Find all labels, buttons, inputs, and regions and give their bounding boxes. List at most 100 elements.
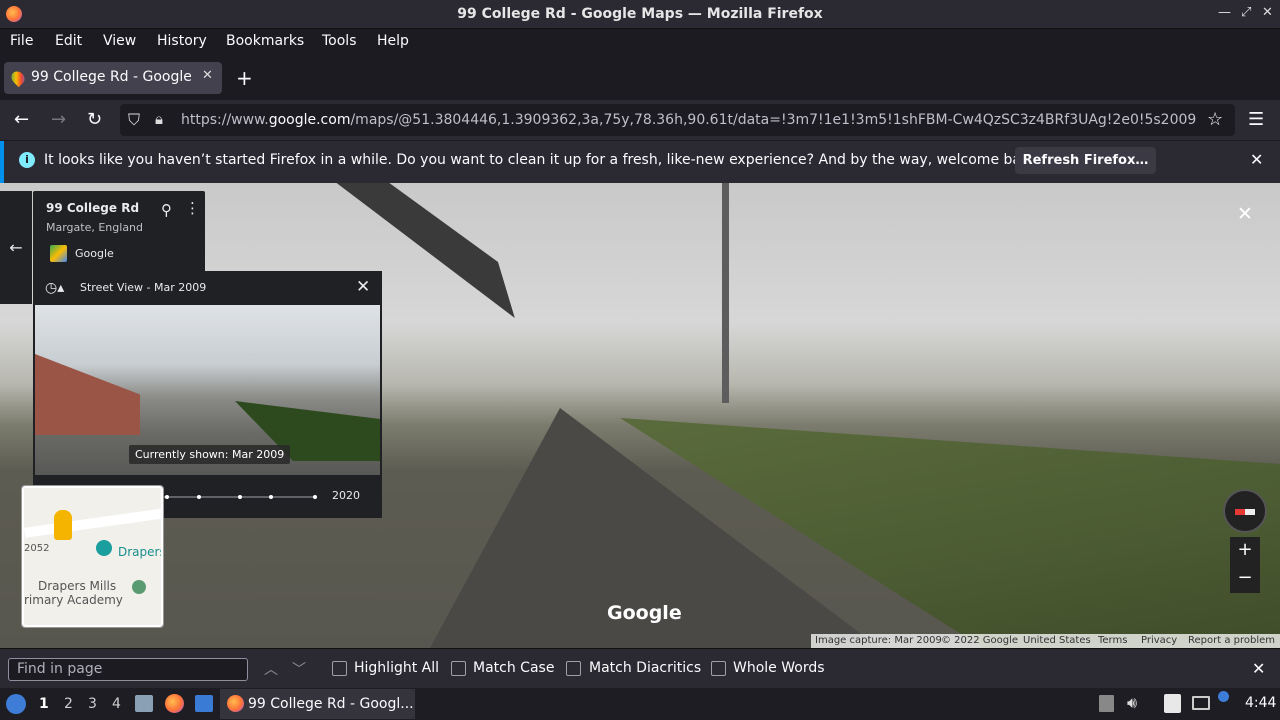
task-label: 99 College Rd - Googl... bbox=[248, 696, 414, 712]
tracking-shield-icon[interactable]: ⛉ bbox=[128, 110, 140, 130]
terminal-icon[interactable] bbox=[195, 695, 213, 712]
menubar: File Edit View History Bookmarks Tools H… bbox=[0, 29, 1280, 54]
network-icon[interactable] bbox=[1192, 696, 1210, 710]
find-bar: Find in page ︿ ﹀ Highlight All Match Cas… bbox=[0, 648, 1280, 688]
currently-shown-label: Currently shown: Mar 2009 bbox=[129, 445, 291, 464]
back-icon[interactable]: ← bbox=[14, 109, 29, 130]
taskbar-task-firefox[interactable]: 99 College Rd - Googl... bbox=[220, 689, 415, 719]
workspace-1[interactable]: 1 bbox=[39, 696, 49, 712]
map-road bbox=[24, 508, 161, 538]
street-view-time-panel: ◷▴ Street View - Mar 2009 ✕ Currently sh… bbox=[33, 271, 382, 518]
tab-close-icon[interactable]: ✕ bbox=[202, 68, 213, 83]
file-manager-icon[interactable] bbox=[135, 695, 153, 712]
firefox-launcher-icon[interactable] bbox=[165, 694, 184, 713]
refresh-firefox-button[interactable]: Refresh Firefox… bbox=[1015, 147, 1156, 174]
zoom-out-button[interactable]: − bbox=[1230, 565, 1260, 593]
notification-close-icon[interactable]: ✕ bbox=[1250, 150, 1263, 169]
match-case-checkbox[interactable] bbox=[451, 661, 466, 676]
close-street-view-icon[interactable]: ✕ bbox=[1237, 203, 1253, 225]
close-window-icon[interactable]: ✕ bbox=[1262, 5, 1273, 20]
timeline-tick[interactable] bbox=[238, 495, 242, 499]
address-bar[interactable]: ⛉ 🔒︎ https://www.google.com/maps/@51.380… bbox=[120, 104, 1235, 136]
menu-history[interactable]: History bbox=[157, 33, 207, 49]
whole-words-checkbox[interactable] bbox=[711, 661, 726, 676]
menu-edit[interactable]: Edit bbox=[55, 33, 82, 49]
taskbar: 1 2 3 4 99 College Rd - Googl... 🔊︎ 4:44 bbox=[0, 688, 1280, 720]
notification-bar: i It looks like you haven’t started Fire… bbox=[0, 141, 1280, 183]
back-arrow-button[interactable]: ← bbox=[0, 191, 32, 304]
match-case-label[interactable]: Match Case bbox=[473, 660, 554, 676]
lock-icon[interactable]: 🔒︎ bbox=[155, 110, 163, 128]
bookmark-star-icon[interactable]: ☆ bbox=[1207, 109, 1223, 130]
forward-icon[interactable]: → bbox=[51, 109, 66, 130]
streetview-header: Street View - Mar 2009 bbox=[80, 281, 207, 294]
tab-google-maps[interactable]: 99 College Rd - Google M ✕ bbox=[4, 62, 222, 94]
lamp-post bbox=[722, 183, 729, 403]
workspace-3[interactable]: 3 bbox=[88, 696, 97, 712]
region-link[interactable]: United States bbox=[1023, 635, 1091, 646]
match-diacritics-label[interactable]: Match Diacritics bbox=[589, 660, 701, 676]
zoom-in-button[interactable]: + bbox=[1230, 537, 1260, 565]
find-next-icon[interactable]: ﹀ bbox=[292, 659, 306, 679]
match-diacritics-checkbox[interactable] bbox=[566, 661, 581, 676]
volume-icon[interactable]: 🔊︎ bbox=[1127, 693, 1137, 713]
reload-icon[interactable]: ↻ bbox=[87, 109, 102, 130]
street-view-canvas[interactable]: ← 99 College Rd Margate, England ⚲ ⋮ Goo… bbox=[0, 183, 1280, 648]
timeline-tick[interactable] bbox=[269, 495, 273, 499]
highlight-all-label[interactable]: Highlight All bbox=[354, 660, 439, 676]
map-label-academy: rimary Academy bbox=[24, 593, 123, 607]
menu-file[interactable]: File bbox=[10, 33, 33, 49]
copyright-text: © 2022 Google bbox=[941, 635, 1019, 646]
compass-needle bbox=[1235, 509, 1255, 515]
menu-view[interactable]: View bbox=[103, 33, 136, 49]
report-problem-link[interactable]: Report a problem bbox=[1188, 635, 1275, 646]
highlight-all-checkbox[interactable] bbox=[332, 661, 347, 676]
new-tab-icon[interactable]: + bbox=[236, 66, 253, 90]
task-firefox-icon bbox=[227, 695, 244, 712]
timeline-tick[interactable] bbox=[197, 495, 201, 499]
map-pin-icon bbox=[132, 580, 146, 594]
find-input[interactable]: Find in page bbox=[8, 658, 248, 681]
navbar: ← → ↻ ⛉ 🔒︎ https://www.google.com/maps/@… bbox=[0, 100, 1280, 140]
workspace-2[interactable]: 2 bbox=[64, 696, 73, 712]
location-pin-icon[interactable]: ⚲ bbox=[161, 201, 172, 219]
map-number-label: 2052 bbox=[24, 543, 50, 554]
compass-icon[interactable] bbox=[1223, 489, 1267, 533]
find-close-icon[interactable]: ✕ bbox=[1252, 659, 1265, 678]
history-clock-icon[interactable]: ◷▴ bbox=[45, 280, 64, 296]
url-text[interactable]: https://www.google.com/maps/@51.3804446,… bbox=[181, 112, 1196, 128]
hamburger-menu-icon[interactable]: ☰ bbox=[1248, 109, 1264, 130]
minimize-icon[interactable]: — bbox=[1218, 5, 1231, 20]
whole-words-label[interactable]: Whole Words bbox=[733, 660, 825, 676]
url-domain: google.com bbox=[268, 112, 351, 128]
restore-icon[interactable]: ⤢ bbox=[1241, 5, 1251, 20]
menu-help[interactable]: Help bbox=[377, 33, 409, 49]
place-info-card: 99 College Rd Margate, England ⚲ ⋮ Googl… bbox=[33, 191, 205, 273]
map-label-mills: Drapers Mills bbox=[38, 579, 117, 593]
street-view-thumbnail[interactable]: Currently shown: Mar 2009 bbox=[35, 305, 380, 475]
timeline-end-label: 2020 bbox=[332, 489, 360, 502]
panel-close-icon[interactable]: ✕ bbox=[356, 277, 370, 297]
timeline-tick[interactable] bbox=[313, 495, 317, 499]
start-menu-icon[interactable] bbox=[6, 694, 26, 714]
notification-tray-icon[interactable] bbox=[1218, 691, 1229, 702]
find-previous-icon[interactable]: ︿ bbox=[264, 659, 278, 679]
mini-map[interactable]: 2052 Drapers Drapers Mills rimary Academ… bbox=[21, 485, 164, 628]
tab-label: 99 College Rd - Google M bbox=[31, 69, 191, 85]
terms-link[interactable]: Terms bbox=[1098, 635, 1127, 646]
google-maps-icon bbox=[50, 245, 67, 262]
timeline-tick[interactable] bbox=[165, 495, 169, 499]
pegman-icon bbox=[54, 510, 72, 540]
menu-tools[interactable]: Tools bbox=[322, 33, 357, 49]
url-prefix: https://www. bbox=[181, 112, 269, 128]
clipboard-icon[interactable] bbox=[1164, 694, 1181, 713]
maps-favicon-icon bbox=[8, 68, 28, 88]
workspace-4[interactable]: 4 bbox=[112, 696, 121, 712]
tray-updates-icon[interactable] bbox=[1099, 695, 1114, 712]
more-options-icon[interactable]: ⋮ bbox=[185, 199, 200, 217]
window-title: 99 College Rd - Google Maps — Mozilla Fi… bbox=[457, 6, 823, 22]
menu-bookmarks[interactable]: Bookmarks bbox=[226, 33, 304, 49]
info-icon: i bbox=[19, 152, 35, 168]
privacy-link[interactable]: Privacy bbox=[1141, 635, 1177, 646]
tabbar: 99 College Rd - Google M ✕ + bbox=[0, 54, 1280, 100]
